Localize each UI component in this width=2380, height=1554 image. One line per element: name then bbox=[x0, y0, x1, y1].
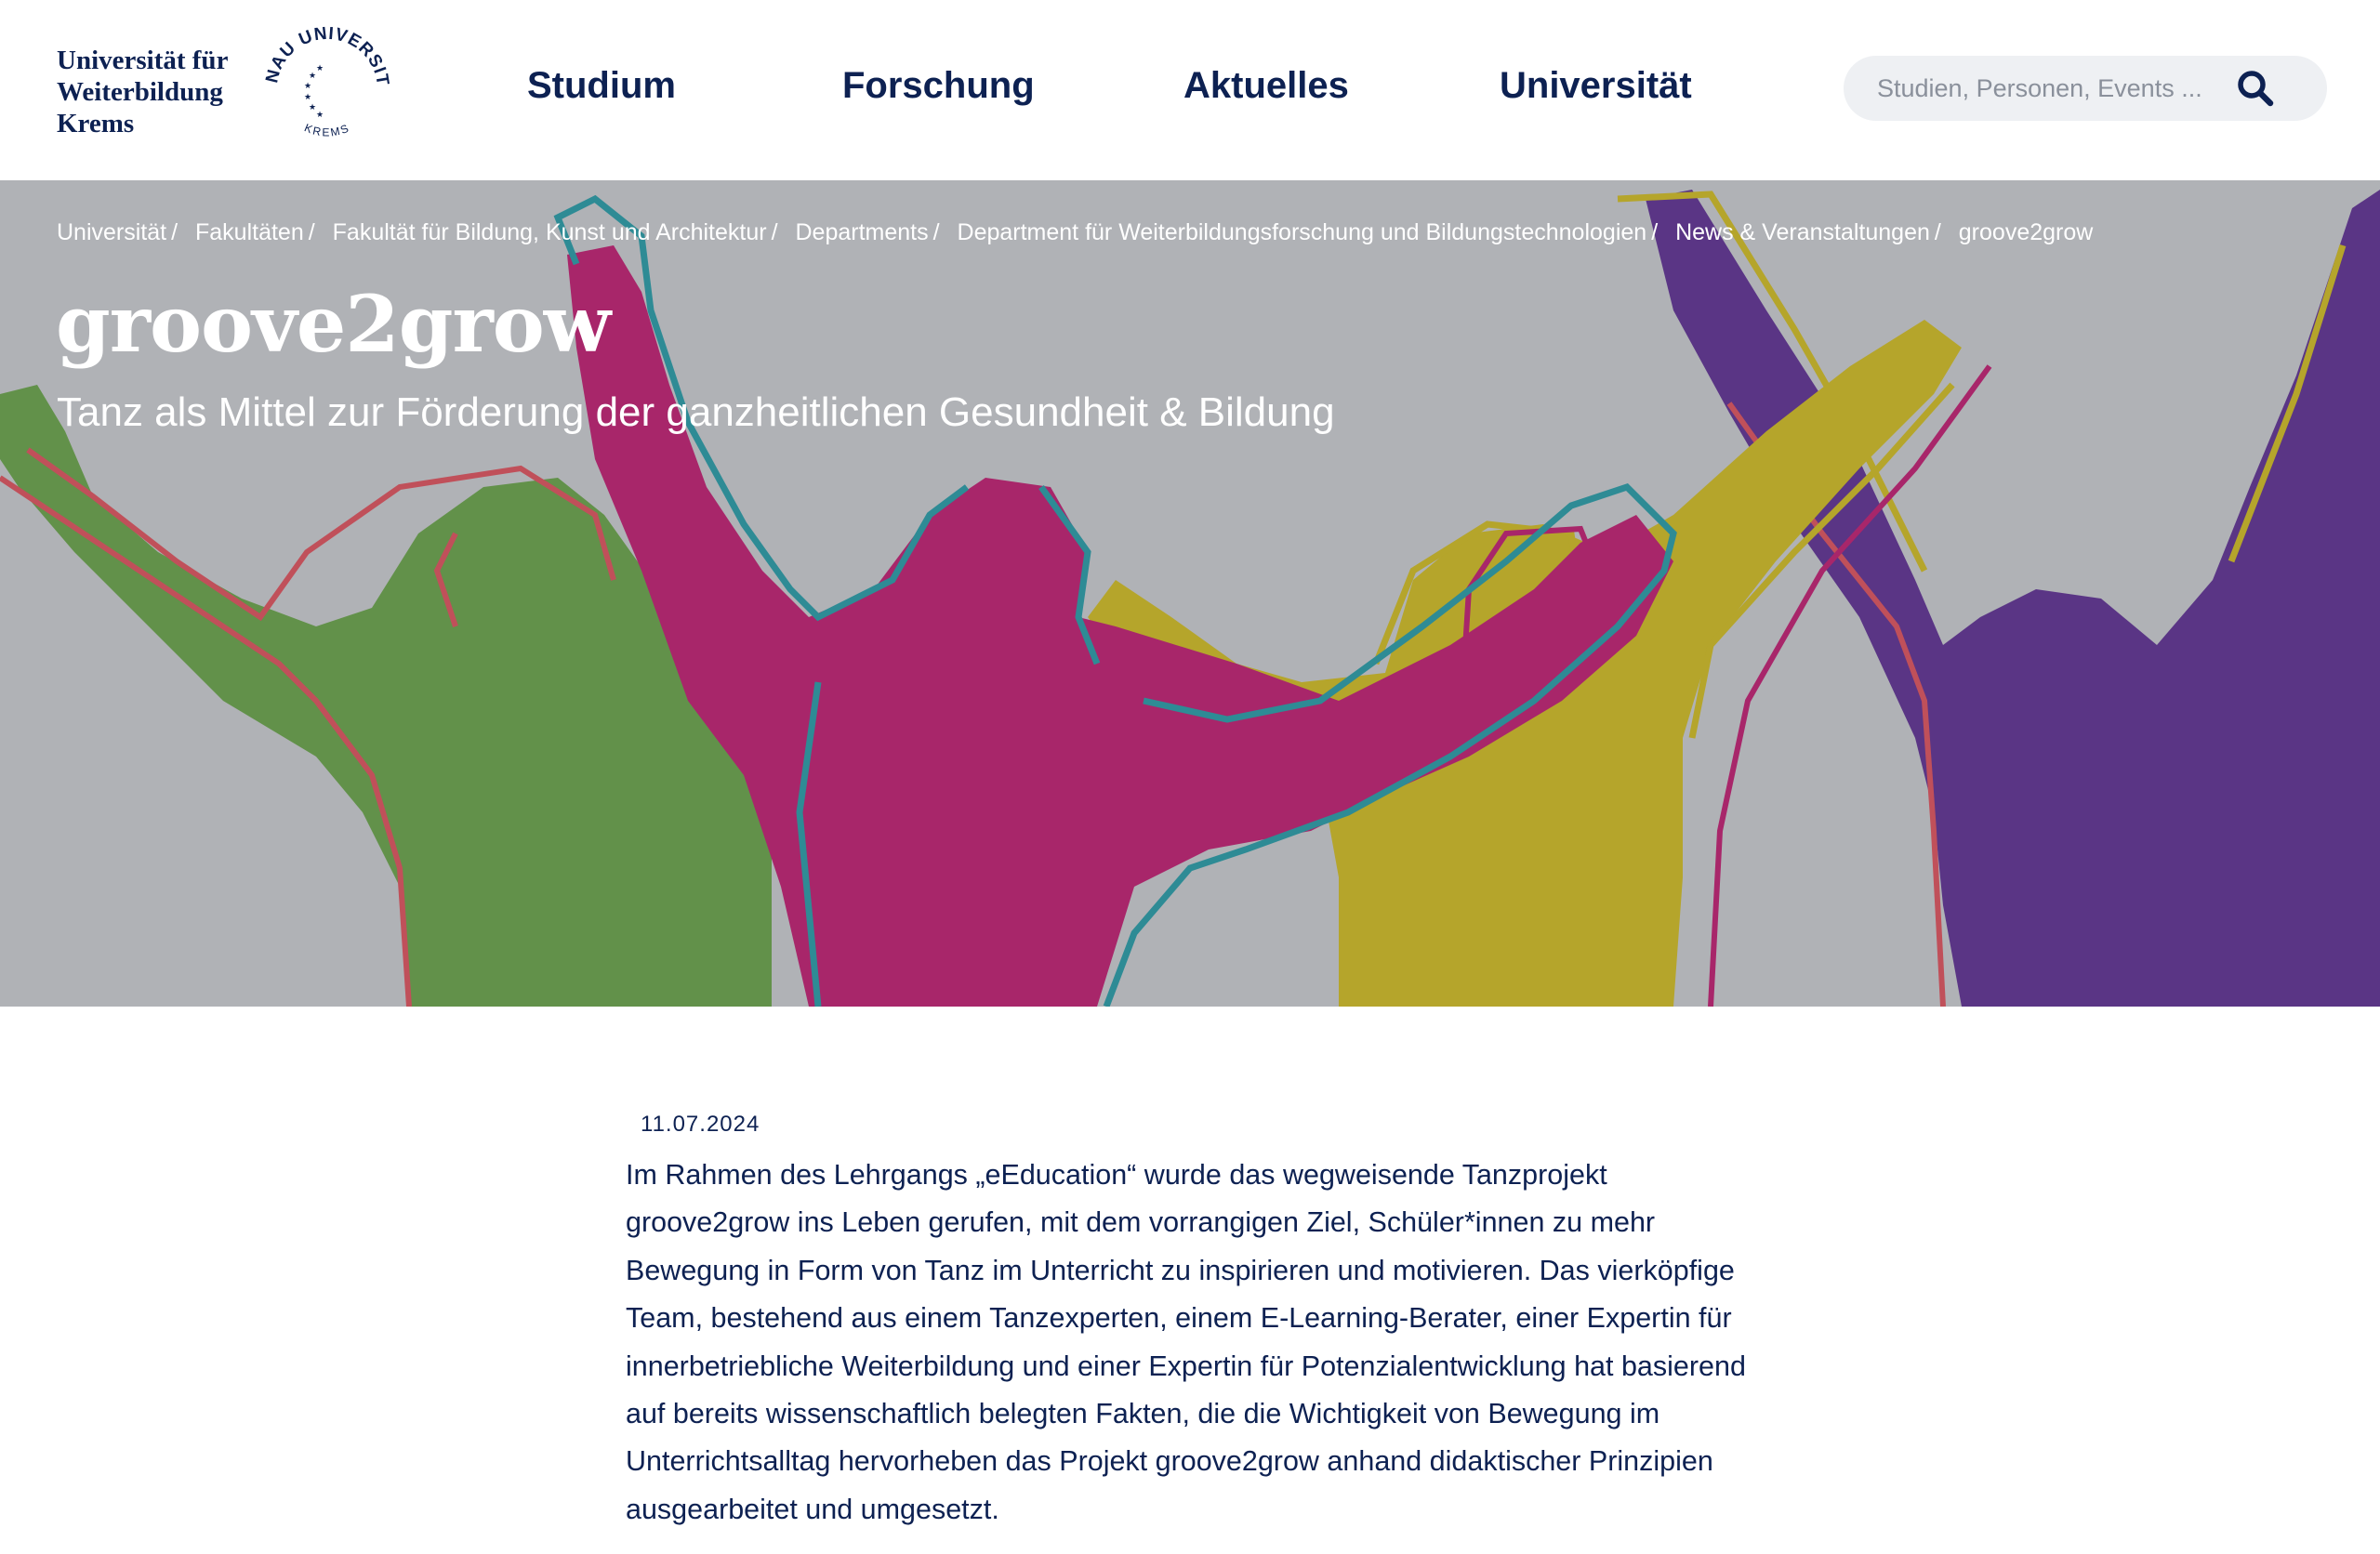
breadcrumb-separator: / bbox=[1934, 219, 1941, 245]
search-box bbox=[1844, 56, 2327, 121]
hero-banner: Universität / Fakultäten / Fakultät für Bi… bbox=[0, 180, 2380, 1007]
breadcrumb-separator: / bbox=[771, 219, 778, 245]
search-input[interactable] bbox=[1877, 56, 2230, 121]
nav-item-forschung[interactable]: Forschung bbox=[842, 65, 1035, 107]
breadcrumb-link-fakultaet-bildung[interactable]: Fakultät für Bildung, Kunst und Architek… bbox=[333, 219, 767, 245]
breadcrumb-separator: / bbox=[171, 219, 178, 245]
nav-item-studium[interactable]: Studium bbox=[527, 65, 676, 107]
breadcrumb-link-departments[interactable]: Departments bbox=[795, 219, 928, 245]
breadcrumb-link-department-weiterbildungsforschung[interactable]: Department für Weiterbildungsforschung u… bbox=[958, 219, 1647, 245]
breadcrumb-link-news[interactable]: News & Veranstaltungen bbox=[1675, 219, 1930, 245]
breadcrumb-current-page: groove2grow bbox=[1958, 219, 2094, 245]
article-body-text: Im Rahmen des Lehrgangs „eEducation“ wur… bbox=[626, 1159, 1746, 1525]
nav-item-aktuelles[interactable]: Aktuelles bbox=[1183, 65, 1349, 107]
breadcrumb-separator: / bbox=[1651, 219, 1659, 245]
page-subtitle: Tanz als Mittel zur Förderung der ganzhe… bbox=[57, 389, 1335, 435]
search-icon[interactable] bbox=[2232, 65, 2279, 112]
nav-item-universitaet[interactable]: Universität bbox=[1500, 65, 1692, 107]
breadcrumb-separator: / bbox=[932, 219, 940, 245]
breadcrumb-link-fakultaeten[interactable]: Fakultäten bbox=[195, 219, 304, 245]
article-date: 11.07.2024 bbox=[641, 1112, 760, 1137]
breadcrumb: Universität / Fakultäten / Fakultät für Bi… bbox=[57, 219, 2093, 246]
breadcrumb-separator: / bbox=[308, 219, 315, 245]
breadcrumb-link-universitaet[interactable]: Universität bbox=[57, 219, 166, 245]
page-title: groove2grow bbox=[56, 278, 611, 370]
site-header: Universität für Weiterbildung Krems DONA… bbox=[0, 0, 2380, 180]
